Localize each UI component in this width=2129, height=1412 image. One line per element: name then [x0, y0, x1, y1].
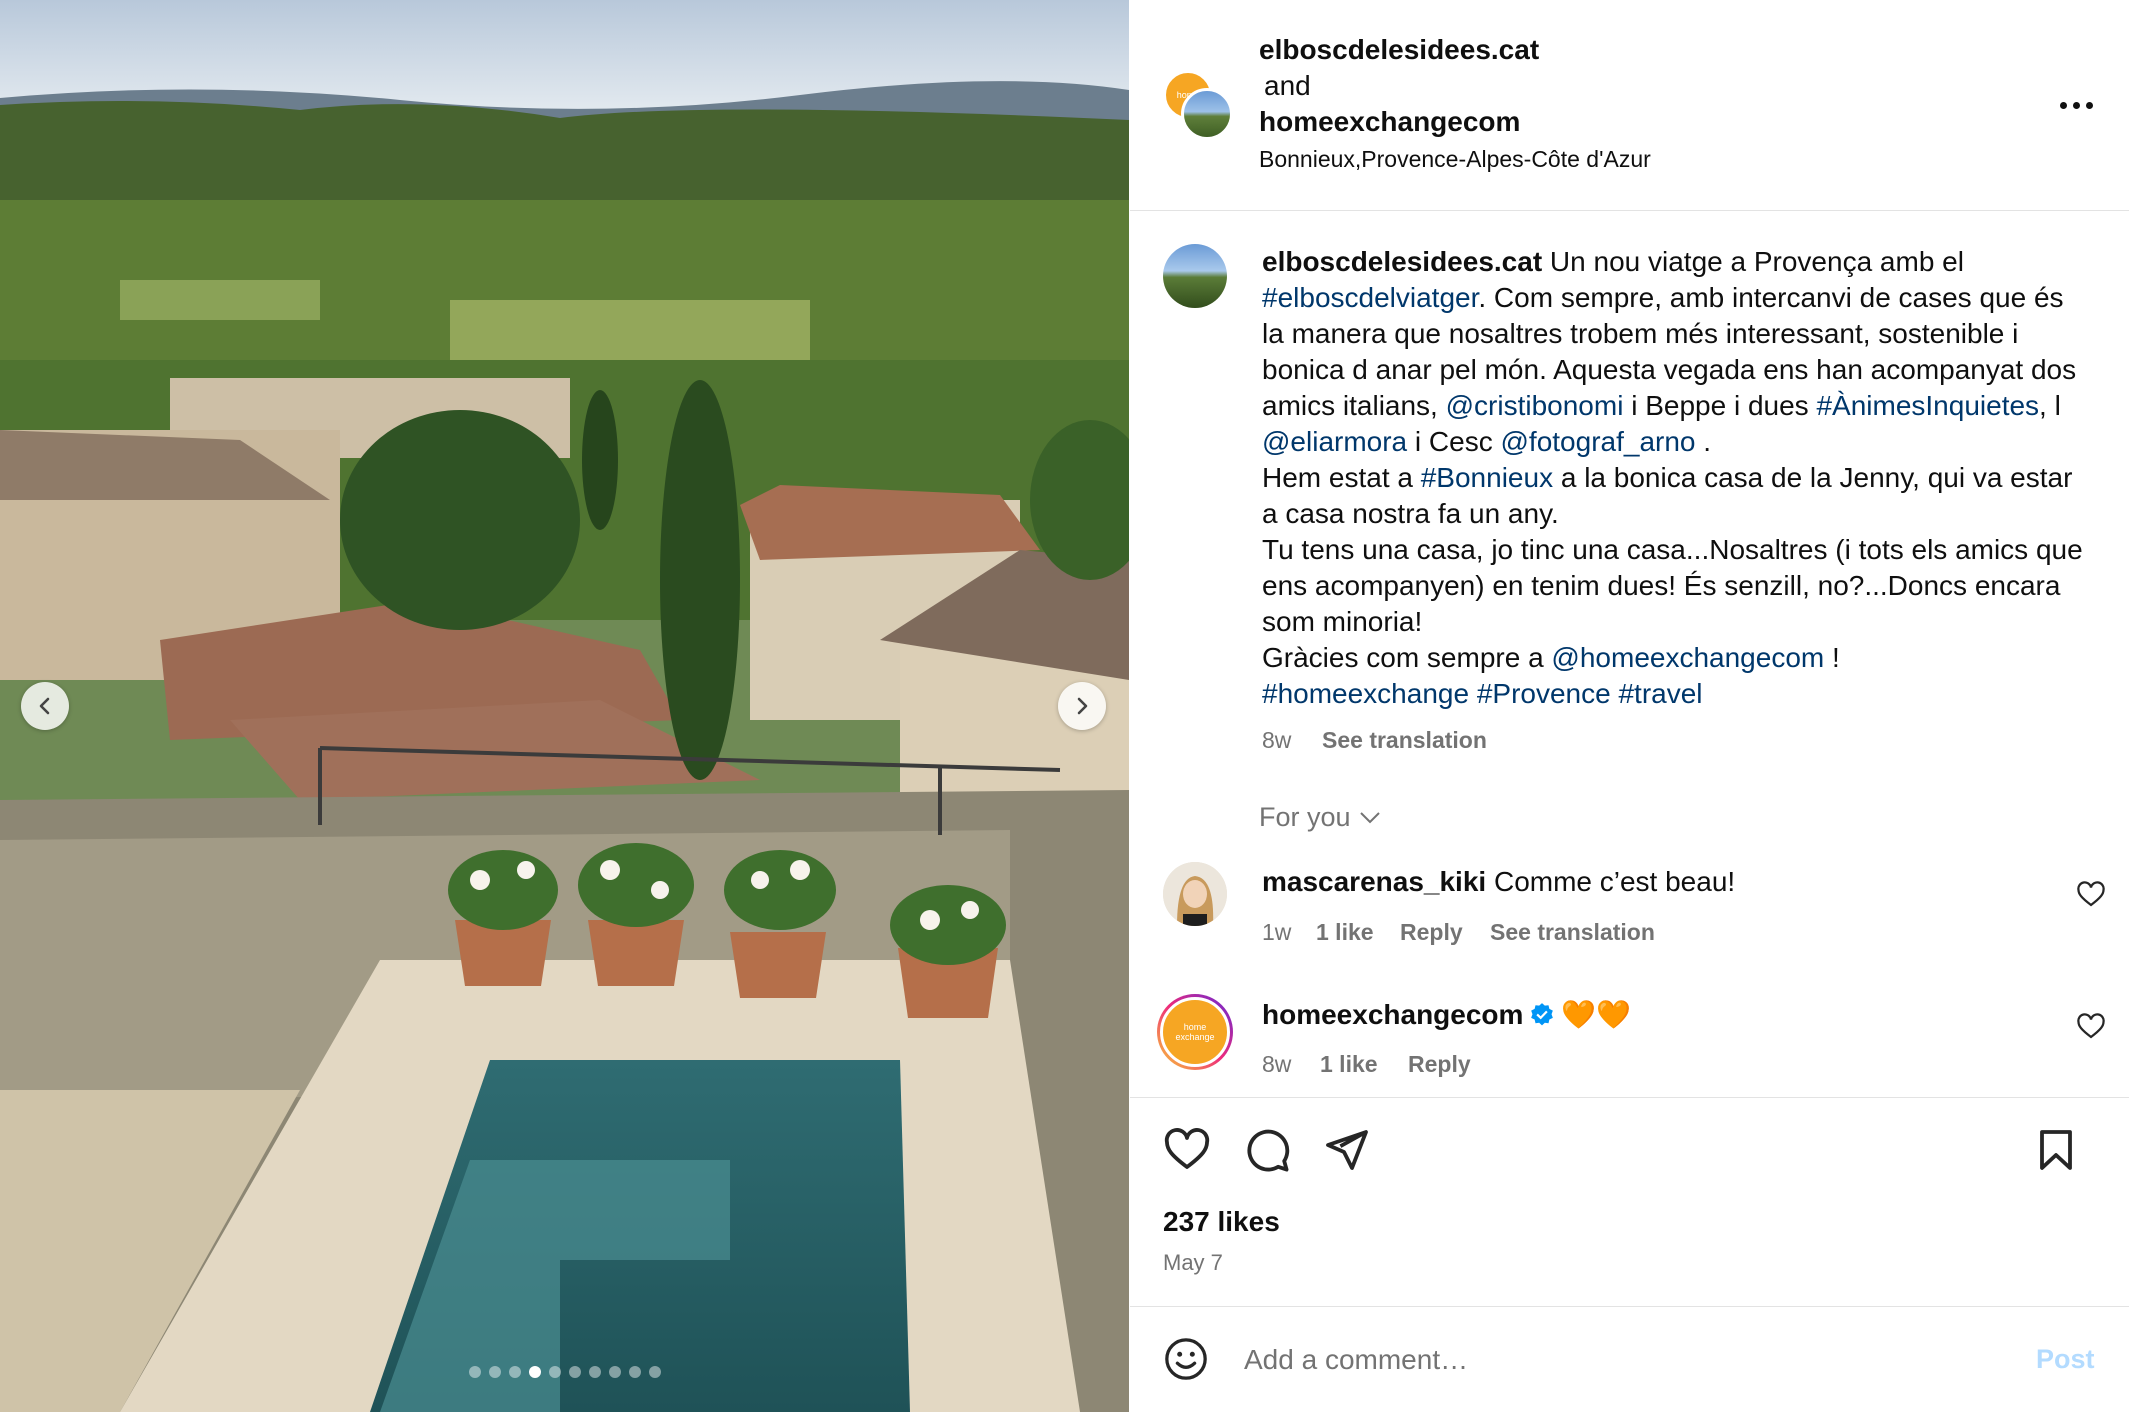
dot-icon: [2085, 101, 2093, 109]
chevron-down-icon: [1359, 811, 1380, 823]
comment-age[interactable]: 1w: [1262, 919, 1291, 946]
hashtag-link[interactable]: #Provence: [1477, 678, 1611, 709]
for-you-dropdown[interactable]: For you: [1259, 802, 1381, 833]
carousel-dot: [528, 1366, 541, 1378]
caption-author-avatar[interactable]: [1163, 244, 1227, 308]
carousel-dot: [648, 1366, 661, 1378]
mention-link[interactable]: @cristibonomi: [1446, 390, 1624, 421]
post-location[interactable]: Bonnieux,Provence-Alpes-Côte d'Azur: [1259, 146, 1651, 173]
comment-reply-button[interactable]: Reply: [1408, 1051, 1471, 1078]
add-comment-input[interactable]: [1242, 1336, 1966, 1384]
hashtag-link[interactable]: #ÀnimesInquietes: [1816, 390, 2039, 421]
post-caption: elboscdelesidees.cat Un nou viatge a Pro…: [1262, 244, 2092, 712]
like-heart-icon[interactable]: [1163, 1126, 1211, 1174]
comment-likes[interactable]: 1 like: [1320, 1051, 1378, 1078]
caption-text: Un nou viatge a Provença amb el: [1542, 246, 1964, 277]
comment-reply-button[interactable]: Reply: [1400, 919, 1463, 946]
comment-text: Comme c’est beau!: [1493, 866, 1736, 897]
caption-text: i Cesc: [1407, 426, 1501, 457]
bonnieux-rooftop-photo: [0, 0, 1129, 1412]
person-avatar-icon: [1163, 862, 1227, 926]
author-username-2[interactable]: homeexchangecom: [1259, 106, 1520, 138]
hashtag-link[interactable]: #homeexchange: [1262, 678, 1469, 709]
caption-text: Tu tens una casa, jo tinc una casa...Nos…: [1262, 534, 2083, 637]
comment-2: homeexchangecom 🧡🧡: [1262, 998, 1631, 1031]
mention-link[interactable]: @eliarmora: [1262, 426, 1407, 457]
comment-age[interactable]: 8w: [1262, 1051, 1291, 1078]
dot-icon: [2072, 101, 2080, 109]
post-photo[interactable]: [0, 0, 1129, 1412]
caption-text: !: [1824, 642, 1840, 673]
for-you-label: For you: [1259, 802, 1351, 832]
comment-like-heart-icon[interactable]: [2076, 880, 2106, 910]
carousel-next-button[interactable]: [1058, 682, 1106, 730]
carousel-dot: [628, 1366, 641, 1378]
caption-text: Gràcies com sempre a: [1262, 642, 1552, 673]
dot-icon: [2059, 101, 2067, 109]
carousel-dots: [0, 1366, 1129, 1378]
chevron-right-icon: [1077, 697, 1088, 715]
comment-likes[interactable]: 1 like: [1316, 919, 1374, 946]
emoji-smiley-icon[interactable]: [1163, 1336, 1209, 1382]
share-paper-plane-icon[interactable]: [1322, 1126, 1370, 1174]
comment-username[interactable]: homeexchangecom: [1262, 999, 1523, 1031]
carousel-prev-button[interactable]: [21, 682, 69, 730]
carousel-dot: [468, 1366, 481, 1378]
story-ring[interactable]: home exchange: [1157, 994, 1233, 1070]
post-comment-button[interactable]: Post: [2036, 1344, 2095, 1375]
author-username-1[interactable]: elboscdelesidees.cat: [1259, 34, 1539, 66]
comment-icon[interactable]: [1243, 1126, 1291, 1174]
more-options-button[interactable]: [2056, 90, 2096, 120]
mention-link[interactable]: @fotograf_arno: [1501, 426, 1696, 457]
carousel-dot: [608, 1366, 621, 1378]
save-bookmark-icon[interactable]: [2032, 1126, 2080, 1174]
caption-text: Hem estat a: [1262, 462, 1421, 493]
hashtag-link[interactable]: #elboscdelviatger: [1262, 282, 1478, 313]
hashtag-link[interactable]: #travel: [1618, 678, 1702, 709]
author-connector: and: [1264, 70, 1311, 101]
commenter-avatar[interactable]: [1163, 862, 1227, 926]
carousel-dot: [588, 1366, 601, 1378]
carousel-dot: [568, 1366, 581, 1378]
header-divider: [1130, 210, 2129, 211]
collab-avatars[interactable]: home: [1163, 70, 1235, 142]
hashtag-link[interactable]: #Bonnieux: [1421, 462, 1553, 493]
caption-text: .: [1695, 426, 1712, 457]
caption-author-username[interactable]: elboscdelesidees.cat: [1262, 246, 1542, 277]
comment-text: 🧡🧡: [1561, 999, 1632, 1030]
post-panel: home elboscdelesidees.cat and homeexchan…: [1130, 0, 2129, 1412]
chevron-left-icon: [39, 697, 50, 715]
avatar-homeexchangecom: home exchange: [1160, 997, 1230, 1067]
comment-username[interactable]: mascarenas_kiki: [1262, 866, 1486, 897]
carousel-dot: [508, 1366, 521, 1378]
carousel-dot: [488, 1366, 501, 1378]
comment-see-translation[interactable]: See translation: [1490, 919, 1655, 946]
caption-text: i Beppe i dues: [1623, 390, 1817, 421]
post-date[interactable]: May 7: [1163, 1250, 1223, 1276]
caption-text: , l: [2039, 390, 2061, 421]
actions-divider: [1130, 1097, 2129, 1098]
verified-badge-icon: [1531, 1002, 1554, 1025]
carousel-dot: [548, 1366, 561, 1378]
caption-see-translation[interactable]: See translation: [1322, 727, 1487, 754]
comment-like-heart-icon[interactable]: [2076, 1012, 2106, 1042]
comment-1: mascarenas_kiki Comme c’est beau!: [1262, 866, 1735, 898]
avatar-elboscdelesidees: [1181, 88, 1233, 140]
comment-box-divider: [1130, 1306, 2129, 1307]
like-count[interactable]: 237 likes: [1163, 1206, 1280, 1238]
caption-age[interactable]: 8w: [1262, 727, 1291, 754]
mention-link[interactable]: @homeexchangecom: [1551, 642, 1824, 673]
